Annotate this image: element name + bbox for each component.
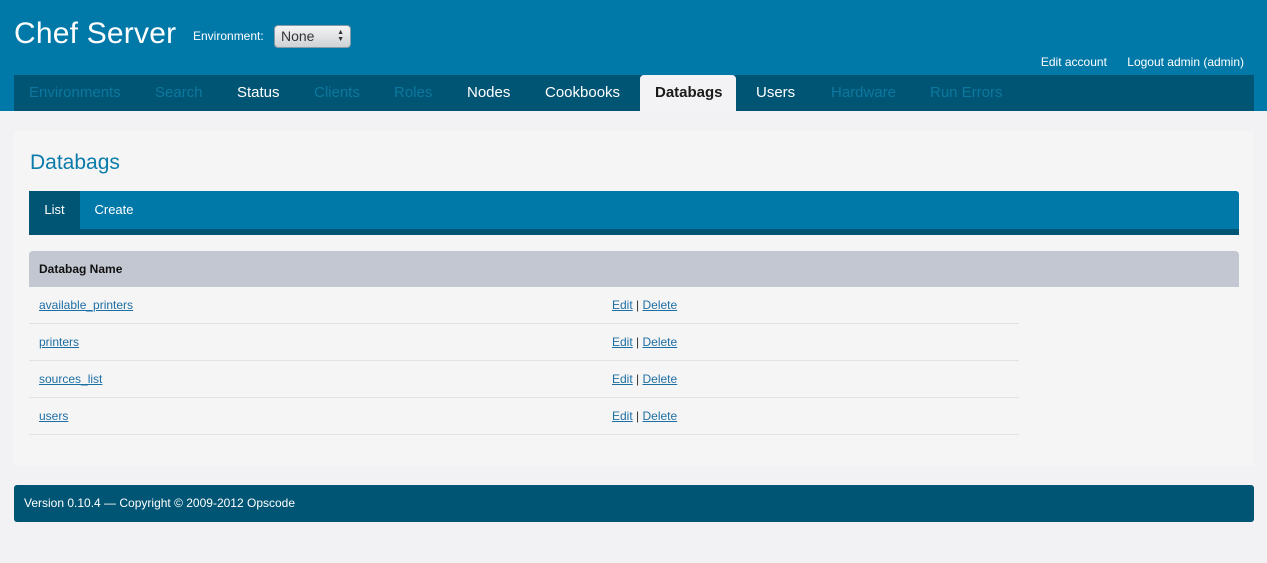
nav-clients[interactable]: Clients	[314, 75, 360, 111]
sub-nav: List Create	[29, 191, 1239, 235]
chevron-up-down-icon: ▲ ▼	[337, 29, 344, 43]
page-title: Databags	[30, 151, 120, 174]
nav-nodes[interactable]: Nodes	[467, 75, 510, 111]
header: Chef Server Environment: None ▲ ▼ Edit ac…	[0, 0, 1267, 111]
edit-link[interactable]: Edit	[612, 335, 633, 349]
action-separator: |	[636, 335, 640, 349]
edit-link[interactable]: Edit	[612, 298, 633, 312]
nav-users[interactable]: Users	[756, 75, 795, 111]
table-row: available_printers Edit | Delete	[29, 287, 1019, 324]
action-separator: |	[636, 298, 640, 312]
edit-account-link[interactable]: Edit account	[1041, 55, 1107, 69]
user-links: Edit account Logout admin (admin)	[1024, 55, 1244, 69]
footer: Version 0.10.4 — Copyright © 2009-2012 O…	[14, 485, 1254, 522]
edit-link[interactable]: Edit	[612, 372, 633, 386]
delete-link[interactable]: Delete	[643, 298, 678, 312]
databag-link[interactable]: sources_list	[39, 372, 102, 386]
row-actions: Edit | Delete	[612, 298, 677, 312]
nav-roles[interactable]: Roles	[394, 75, 432, 111]
edit-link[interactable]: Edit	[612, 409, 633, 423]
environment-label: Environment:	[193, 29, 264, 43]
delete-link[interactable]: Delete	[643, 409, 678, 423]
action-separator: |	[636, 409, 640, 423]
nav-run-errors[interactable]: Run Errors	[930, 75, 1003, 111]
nav-cookbooks[interactable]: Cookbooks	[545, 75, 620, 111]
delete-link[interactable]: Delete	[643, 372, 678, 386]
nav-status[interactable]: Status	[237, 75, 280, 111]
row-actions: Edit | Delete	[612, 335, 677, 349]
tab-create[interactable]: Create	[86, 191, 142, 229]
app-title: Chef Server	[14, 17, 177, 50]
table-header: Databag Name	[29, 251, 1239, 287]
table-row: users Edit | Delete	[29, 398, 1019, 435]
databag-link[interactable]: users	[39, 409, 68, 423]
table-row: sources_list Edit | Delete	[29, 361, 1019, 398]
row-actions: Edit | Delete	[612, 409, 677, 423]
main-nav: Environments Search Status Clients Roles…	[14, 75, 1254, 111]
table-row: printers Edit | Delete	[29, 324, 1019, 361]
content-panel: Databags List Create Databag Name availa…	[14, 131, 1254, 466]
environment-select-value: None	[281, 28, 315, 44]
action-separator: |	[636, 372, 640, 386]
databag-link[interactable]: available_printers	[39, 298, 133, 312]
row-actions: Edit | Delete	[612, 372, 677, 386]
delete-link[interactable]: Delete	[643, 335, 678, 349]
tab-list[interactable]: List	[29, 191, 80, 229]
nav-hardware[interactable]: Hardware	[831, 75, 896, 111]
logout-link[interactable]: Logout admin (admin)	[1127, 55, 1244, 69]
environment-select[interactable]: None ▲ ▼	[274, 25, 351, 48]
nav-databags[interactable]: Databags	[640, 75, 736, 111]
databag-link[interactable]: printers	[39, 335, 79, 349]
nav-search[interactable]: Search	[155, 75, 203, 111]
nav-environments[interactable]: Environments	[29, 75, 121, 111]
